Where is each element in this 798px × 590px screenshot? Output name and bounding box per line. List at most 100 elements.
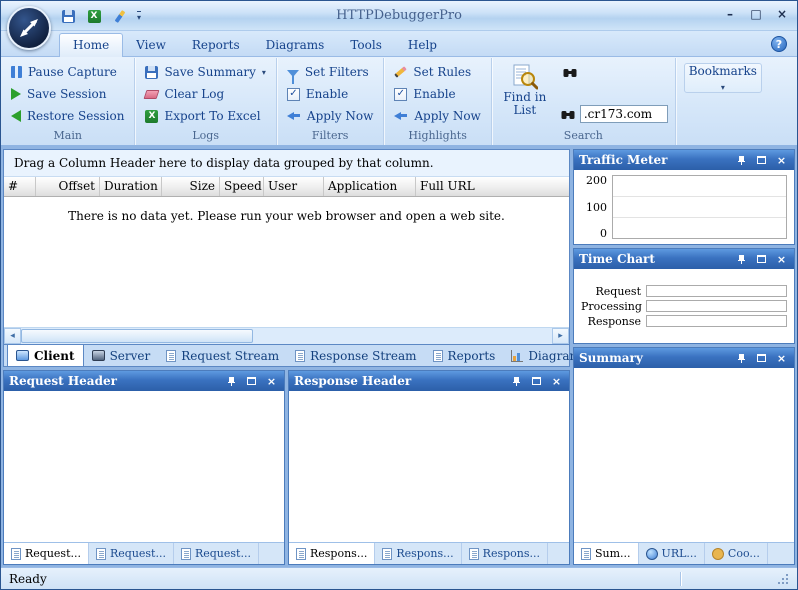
view-tab-server[interactable]: Server [84, 345, 159, 366]
quick-save-button[interactable] [59, 7, 77, 25]
ribbon-group-bookmarks: Bookmarks ▾ [676, 58, 770, 145]
clear-log-button[interactable]: Clear Log [140, 83, 270, 105]
request-header-pin-button[interactable] [224, 374, 239, 389]
time-chart-close-button[interactable]: × [774, 252, 789, 267]
time-chart-maximize-button[interactable] [754, 252, 769, 267]
scroll-right-button[interactable]: ▸ [552, 328, 569, 344]
column-header-duration[interactable]: Duration [100, 177, 162, 196]
titlebar[interactable]: ▾ HTTPDebuggerPro – □ × [1, 1, 797, 31]
time-chart-row: Response [581, 315, 787, 328]
highlights-apply-now-label: Apply Now [414, 109, 480, 123]
response-panel-tab-1[interactable]: Respons... [289, 543, 375, 564]
quick-excel-button[interactable] [85, 7, 103, 25]
find-in-list-button[interactable]: Find in List [497, 61, 553, 117]
quick-access-dropdown-icon[interactable]: ▾ [137, 11, 141, 22]
scroll-right-icon: ▸ [558, 331, 563, 341]
traffic-meter-maximize-button[interactable] [754, 153, 769, 168]
view-tab-response-stream[interactable]: Response Stream [287, 345, 424, 366]
response-header-pin-button[interactable] [509, 374, 524, 389]
y-tick-0: 0 [600, 228, 607, 239]
response-panel-tab-2[interactable]: Respons... [375, 543, 461, 564]
filters-enable-checkbox[interactable]: ✓ Enable [282, 83, 378, 105]
summary-close-button[interactable]: × [774, 351, 789, 366]
column-header-offset[interactable]: Offset [36, 177, 100, 196]
tab-tools[interactable]: Tools [337, 34, 395, 56]
tab-view[interactable]: View [123, 34, 179, 56]
report-icon [433, 350, 443, 362]
column-header-size[interactable]: Size [162, 177, 220, 196]
view-tab-client[interactable]: Client [7, 345, 84, 366]
globe-icon [646, 548, 658, 560]
close-button[interactable]: × [775, 7, 789, 21]
request-panel-tab-3[interactable]: Request... [174, 543, 259, 564]
resize-grip[interactable] [777, 573, 789, 585]
scrollbar-thumb[interactable] [21, 329, 253, 343]
summary-pin-button[interactable] [734, 351, 749, 366]
quick-brush-button[interactable] [111, 7, 129, 25]
minimize-button[interactable]: – [723, 7, 737, 21]
bookmarks-button[interactable]: Bookmarks ▾ [684, 63, 762, 93]
save-summary-label: Save Summary [164, 65, 255, 79]
column-header-user[interactable]: User [264, 177, 324, 196]
request-panel-tab-2[interactable]: Request... [89, 543, 174, 564]
request-header-maximize-button[interactable] [244, 374, 259, 389]
response-header-close-button[interactable]: × [549, 374, 564, 389]
request-panel-tab-1[interactable]: Request... [4, 543, 89, 564]
column-header-application[interactable]: Application [324, 177, 416, 196]
time-chart-titlebar[interactable]: Time Chart × [574, 249, 794, 269]
export-to-excel-button[interactable]: Export To Excel [140, 105, 270, 127]
response-header-titlebar[interactable]: Response Header × [289, 371, 569, 391]
traffic-meter-close-button[interactable]: × [774, 153, 789, 168]
summary-maximize-button[interactable] [754, 351, 769, 366]
document-icon [296, 548, 306, 560]
column-header-speed[interactable]: Speed [220, 177, 264, 196]
cookies-tab[interactable]: Coo... [705, 543, 768, 564]
time-chart-pin-button[interactable] [734, 252, 749, 267]
horizontal-scrollbar[interactable]: ◂ ▸ [4, 327, 569, 344]
save-summary-button[interactable]: Save Summary ▾ [140, 61, 270, 83]
binoculars-icon [561, 109, 575, 120]
response-header-maximize-button[interactable] [529, 374, 544, 389]
tab-diagrams[interactable]: Diagrams [253, 34, 338, 56]
tab-home[interactable]: Home [59, 33, 123, 57]
request-header-close-button[interactable]: × [264, 374, 279, 389]
empty-message: There is no data yet. Please run your we… [4, 209, 569, 223]
restore-session-button[interactable]: Restore Session [6, 105, 129, 127]
summary-titlebar[interactable]: Summary × [574, 348, 794, 368]
highlights-enable-checkbox[interactable]: ✓ Enable [389, 83, 485, 105]
response-panel-tab-3[interactable]: Respons... [462, 543, 548, 564]
scroll-left-button[interactable]: ◂ [4, 328, 21, 344]
view-tab-reports[interactable]: Reports [425, 345, 504, 366]
save-icon [145, 66, 158, 79]
request-header-titlebar[interactable]: Request Header × [4, 371, 284, 391]
restore-session-icon [11, 110, 21, 122]
url-tab[interactable]: URL... [639, 543, 705, 564]
app-menu-button[interactable] [7, 6, 51, 50]
search-input[interactable] [580, 105, 668, 123]
traffic-meter-titlebar[interactable]: Traffic Meter × [574, 150, 794, 170]
summary-tab[interactable]: Sum... [574, 543, 639, 564]
help-button[interactable]: ? [771, 36, 787, 52]
traffic-meter-pin-button[interactable] [734, 153, 749, 168]
set-rules-button[interactable]: Set Rules [389, 61, 485, 83]
group-by-drop-zone[interactable]: Drag a Column Header here to display dat… [4, 150, 569, 177]
time-chart-panel: Time Chart × Request Processing [573, 248, 795, 344]
set-filters-button[interactable]: Set Filters [282, 61, 378, 83]
tab-help[interactable]: Help [395, 34, 450, 56]
binoculars-button[interactable] [561, 63, 579, 81]
ribbon-group-search: Find in List Search [492, 58, 676, 145]
highlights-apply-now-button[interactable]: Apply Now [389, 105, 485, 127]
pin-icon [512, 376, 521, 387]
pause-capture-button[interactable]: Pause Capture [6, 61, 129, 83]
maximize-button[interactable]: □ [749, 7, 763, 21]
column-header-full-url[interactable]: Full URL [416, 177, 569, 196]
column-header-number[interactable]: # [4, 177, 36, 196]
scrollbar-track[interactable] [253, 328, 552, 344]
tab-reports[interactable]: Reports [179, 34, 253, 56]
ribbon: Pause Capture Save Session Restore Sessi… [1, 57, 797, 147]
filters-apply-now-button[interactable]: Apply Now [282, 105, 378, 127]
view-tab-request-stream[interactable]: Request Stream [158, 345, 287, 366]
save-session-button[interactable]: Save Session [6, 83, 129, 105]
response-header-panel: Response Header × Respons... [288, 370, 570, 565]
maximize-icon [247, 377, 256, 385]
